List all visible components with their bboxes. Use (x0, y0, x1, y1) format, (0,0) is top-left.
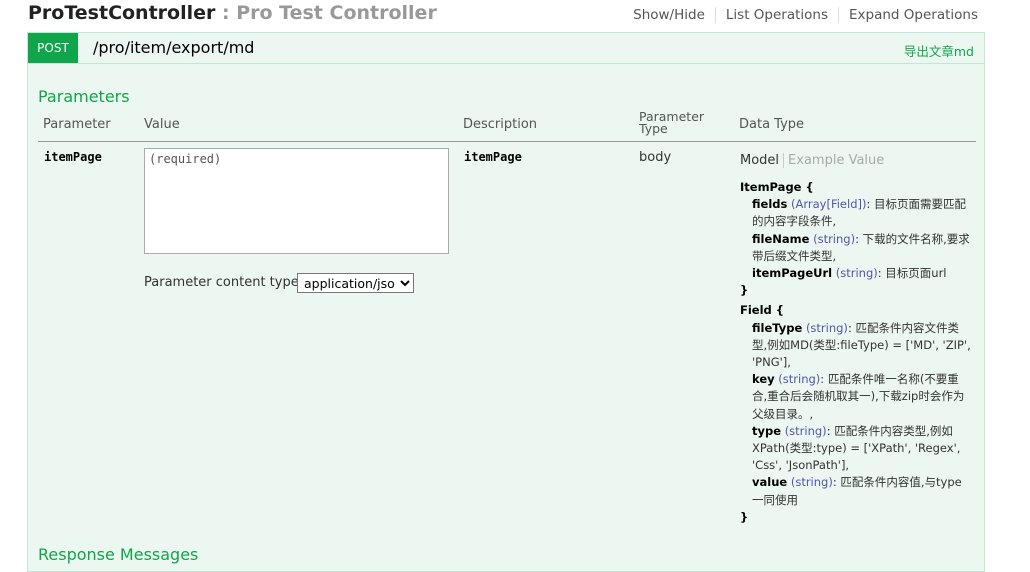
controller-description: : Pro Test Controller (222, 2, 437, 24)
model-property: fileName (string): 下载的文件名称,要求带后缀文件类型, (740, 231, 972, 265)
model-close-brace: } (740, 509, 749, 524)
tab-divider (783, 153, 785, 168)
model-property: fields (Array[Field]): 目标页面需要匹配的内容字段条件, (740, 196, 972, 230)
property-type: (string) (805, 320, 848, 335)
column-header-value: Value (144, 117, 180, 132)
model-property: fileType (string): 匹配条件内容文件类型,例如MD(类型:fi… (740, 320, 972, 372)
column-header-description: Description (463, 117, 538, 132)
list-operations-link[interactable]: List Operations (726, 7, 828, 23)
parameter-name: itemPage (44, 150, 102, 164)
model-tab[interactable]: Model (740, 153, 779, 168)
property-name: itemPageUrl (752, 266, 833, 281)
property-name: value (752, 475, 788, 490)
controller-name[interactable]: ProTestController (28, 2, 215, 24)
action-divider (714, 7, 716, 23)
parameters-heading: Parameters (38, 87, 130, 106)
example-value-tab[interactable]: Example Value (788, 153, 884, 168)
model-close-brace: } (740, 283, 749, 298)
operation-path[interactable]: /pro/item/export/md (93, 38, 254, 57)
property-description: : 目标页面url (877, 266, 947, 281)
column-header-data-type: Data Type (739, 117, 805, 132)
property-name: fileType (752, 320, 803, 335)
property-type: (Array[Field]) (791, 197, 867, 212)
property-name: key (752, 372, 775, 387)
expand-operations-link[interactable]: Expand Operations (849, 7, 978, 23)
content-type-select[interactable]: application/json (297, 273, 414, 293)
model-signature: ItemPage { fields (Array[Field]): 目标页面需要… (740, 179, 972, 526)
model-property: type (string): 匹配条件内容类型,例如XPath(类型:type)… (740, 423, 972, 475)
model-name-itempage: ItemPage { (740, 180, 814, 194)
action-divider (838, 7, 839, 23)
model-name-field: Field { (740, 303, 784, 318)
column-header-parameter-type-line2: Type (639, 121, 668, 136)
column-header-parameter-type: Parameter Type (639, 110, 704, 136)
column-header-parameter: Parameter (43, 117, 111, 132)
property-description: : 匹配条件内容类型,例如XPath(类型:type) = ['XPath', … (752, 423, 961, 473)
operation-summary[interactable]: 导出文章md (904, 41, 974, 60)
model-property: itemPageUrl (string): 目标页面url (740, 265, 972, 282)
parameter-value-input[interactable] (144, 148, 449, 254)
http-method-badge[interactable]: POST (28, 33, 78, 63)
property-name: type (752, 423, 782, 438)
model-property: key (string): 匹配条件唯一名称(不要重合,重合后会随机取其一),下… (740, 371, 972, 423)
property-type: (string) (790, 475, 833, 490)
response-messages-heading: Response Messages (38, 545, 199, 564)
show-hide-link[interactable]: Show/Hide (633, 7, 705, 23)
model-property: value (string): 匹配条件内容值,与type一同使用 (740, 474, 972, 508)
parameter-type: body (639, 150, 672, 165)
property-name: fileName (752, 231, 810, 246)
controller-actions: Show/Hide List Operations Expand Operation… (633, 7, 978, 23)
property-type: (string) (778, 372, 821, 387)
property-type: (string) (813, 231, 856, 246)
property-type: (string) (835, 266, 878, 281)
property-name: fields (752, 197, 788, 212)
operation-panel: POST /pro/item/export/md 导出文章md Paramete… (27, 32, 985, 572)
controller-header: ProTestController : Pro Test Controller … (28, 0, 978, 30)
parameter-description: itemPage (464, 150, 522, 164)
operation-heading[interactable]: POST /pro/item/export/md 导出文章md (28, 33, 984, 64)
content-type-label: Parameter content type: (144, 275, 304, 290)
property-type: (string) (784, 423, 827, 438)
table-header-divider (38, 141, 976, 142)
model-tabs: Model Example Value (740, 153, 884, 168)
controller-title[interactable]: ProTestController : Pro Test Controller (28, 2, 437, 24)
